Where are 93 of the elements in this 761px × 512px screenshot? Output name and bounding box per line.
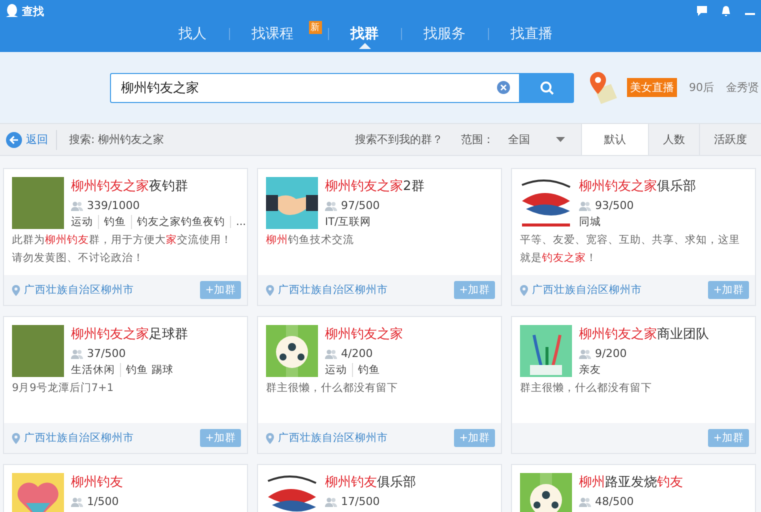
join-group-button[interactable]: +加群 <box>708 429 749 447</box>
range-label: 范围： <box>461 132 494 147</box>
join-group-button[interactable]: +加群 <box>200 281 241 299</box>
map-pin-icon[interactable] <box>589 72 617 104</box>
members-icon <box>579 496 591 506</box>
group-tag: 运动 <box>71 215 93 229</box>
members-icon <box>71 348 83 358</box>
location-link[interactable]: 广西壮族自治区柳州市 <box>278 431 388 445</box>
join-group-button[interactable]: +加群 <box>454 281 495 299</box>
group-name[interactable]: 柳州钓友 <box>71 473 123 491</box>
member-count: 339/1000 <box>87 199 140 212</box>
nav-tab[interactable]: 找服务 <box>402 25 488 43</box>
hot-word-badge[interactable]: 美女直播 <box>627 78 677 97</box>
group-description: 群主很懒，什么都没有留下 <box>266 381 399 396</box>
clear-icon[interactable] <box>497 80 510 94</box>
toothbrush-icon <box>520 325 572 377</box>
location-pin-icon <box>520 284 528 296</box>
members-icon <box>325 200 337 210</box>
location-link[interactable]: 广西壮族自治区柳州市 <box>278 283 388 297</box>
member-count: 4/200 <box>341 347 373 360</box>
fish-drawing <box>266 473 318 512</box>
member-count: 37/500 <box>87 347 126 360</box>
group-tag: 钓鱼 踢球 <box>120 363 174 377</box>
location-pin-icon <box>266 284 274 296</box>
penguin-logo-icon <box>6 4 18 18</box>
photo-placeholder <box>12 325 64 377</box>
group-tag: 钓鱼 <box>352 363 380 377</box>
hot-word-link[interactable]: 金秀贤 <box>726 80 759 95</box>
member-count: 9/200 <box>595 347 627 360</box>
chat-icon[interactable] <box>697 6 707 16</box>
search-field[interactable]: 柳州钓友之家 <box>110 72 520 102</box>
group-description: 群主很懒，什么都没有留下 <box>520 381 653 396</box>
group-name[interactable]: 柳州钓友之家足球群 <box>71 325 188 343</box>
search-icon <box>540 80 554 94</box>
sort-tab[interactable]: 默认 <box>581 124 648 155</box>
location-link[interactable]: 广西壮族自治区柳州市 <box>532 283 642 297</box>
heart-icon <box>12 473 64 512</box>
nav-tab[interactable]: 找直播 <box>488 25 574 43</box>
photo-placeholder <box>12 177 64 229</box>
range-dropdown[interactable]: 全国 <box>508 132 530 147</box>
help-link[interactable]: 搜索不到我的群？ <box>355 132 443 147</box>
group-tag: 亲友 <box>579 363 601 377</box>
caret-icon[interactable] <box>556 137 565 142</box>
hot-word-link[interactable]: 90后 <box>689 80 714 95</box>
sort-tab[interactable]: 活跃度 <box>699 124 761 155</box>
location-pin-icon <box>12 284 20 296</box>
group-tag: 运动 <box>325 363 347 377</box>
nav-tab[interactable]: 找群 <box>328 25 400 43</box>
location-link[interactable]: 广西壮族自治区柳州市 <box>24 283 134 297</box>
back-link[interactable]: 返回 <box>26 132 48 147</box>
search-query-label: 搜索: 柳州钓友之家 <box>69 132 164 147</box>
member-count: 97/500 <box>341 199 380 212</box>
window-title: 查找 <box>22 4 44 18</box>
group-tag: IT/互联网 <box>325 215 372 229</box>
member-count: 1/500 <box>87 495 119 508</box>
group-name[interactable]: 柳州钓友俱乐部 <box>325 473 416 491</box>
sort-tab[interactable]: 人数 <box>648 124 699 155</box>
members-icon <box>325 496 337 506</box>
member-count: 48/500 <box>595 495 634 508</box>
location-pin-icon <box>266 432 274 444</box>
new-badge: 新 <box>308 21 322 34</box>
join-group-button[interactable]: +加群 <box>708 281 749 299</box>
group-description: 9月9号龙潭后门7+1 <box>12 381 115 396</box>
fish-drawing <box>520 177 572 229</box>
search-button[interactable] <box>520 72 574 102</box>
group-description: 柳州钓鱼技术交流 <box>266 233 355 248</box>
members-icon <box>579 348 591 358</box>
group-tag: ... <box>230 216 246 228</box>
members-icon <box>325 348 337 358</box>
group-name[interactable]: 柳州钓友之家夜钓群 <box>71 177 246 195</box>
member-count: 93/500 <box>595 199 634 212</box>
group-name[interactable]: 柳州路亚发烧钓友 <box>579 473 683 491</box>
group-name[interactable]: 柳州钓友之家 <box>325 325 403 343</box>
group-name[interactable]: 柳州钓友之家2群 <box>325 177 424 195</box>
members-icon <box>71 496 83 506</box>
group-description: 平等、友爱、宽容、互助、共享、求知，这里就是钓友之家！ <box>520 233 741 266</box>
members-icon <box>579 200 591 210</box>
members-icon <box>71 200 83 210</box>
join-group-button[interactable]: +加群 <box>454 429 495 447</box>
location-pin-icon <box>12 432 20 444</box>
group-tag: 钓友之家钓鱼夜钓 <box>131 215 225 229</box>
group-tag: 生活休闲 <box>71 363 115 377</box>
bell-icon[interactable] <box>721 6 731 16</box>
member-count: 17/500 <box>341 495 380 508</box>
group-name[interactable]: 柳州钓友之家商业团队 <box>579 325 709 343</box>
join-group-button[interactable]: +加群 <box>200 429 241 447</box>
nav-tab[interactable]: 找人 <box>156 25 228 43</box>
handshake-icon <box>266 177 318 229</box>
group-tag: 同城 <box>579 215 601 229</box>
group-tag: 钓鱼 <box>98 215 126 229</box>
group-name[interactable]: 柳州钓友之家俱乐部 <box>579 177 696 195</box>
group-description: 此群为柳州钓友群，用于方便大家交流使用！请勿发黄图、不讨论政治！ <box>12 233 233 266</box>
location-link[interactable]: 广西壮族自治区柳州市 <box>24 431 134 445</box>
